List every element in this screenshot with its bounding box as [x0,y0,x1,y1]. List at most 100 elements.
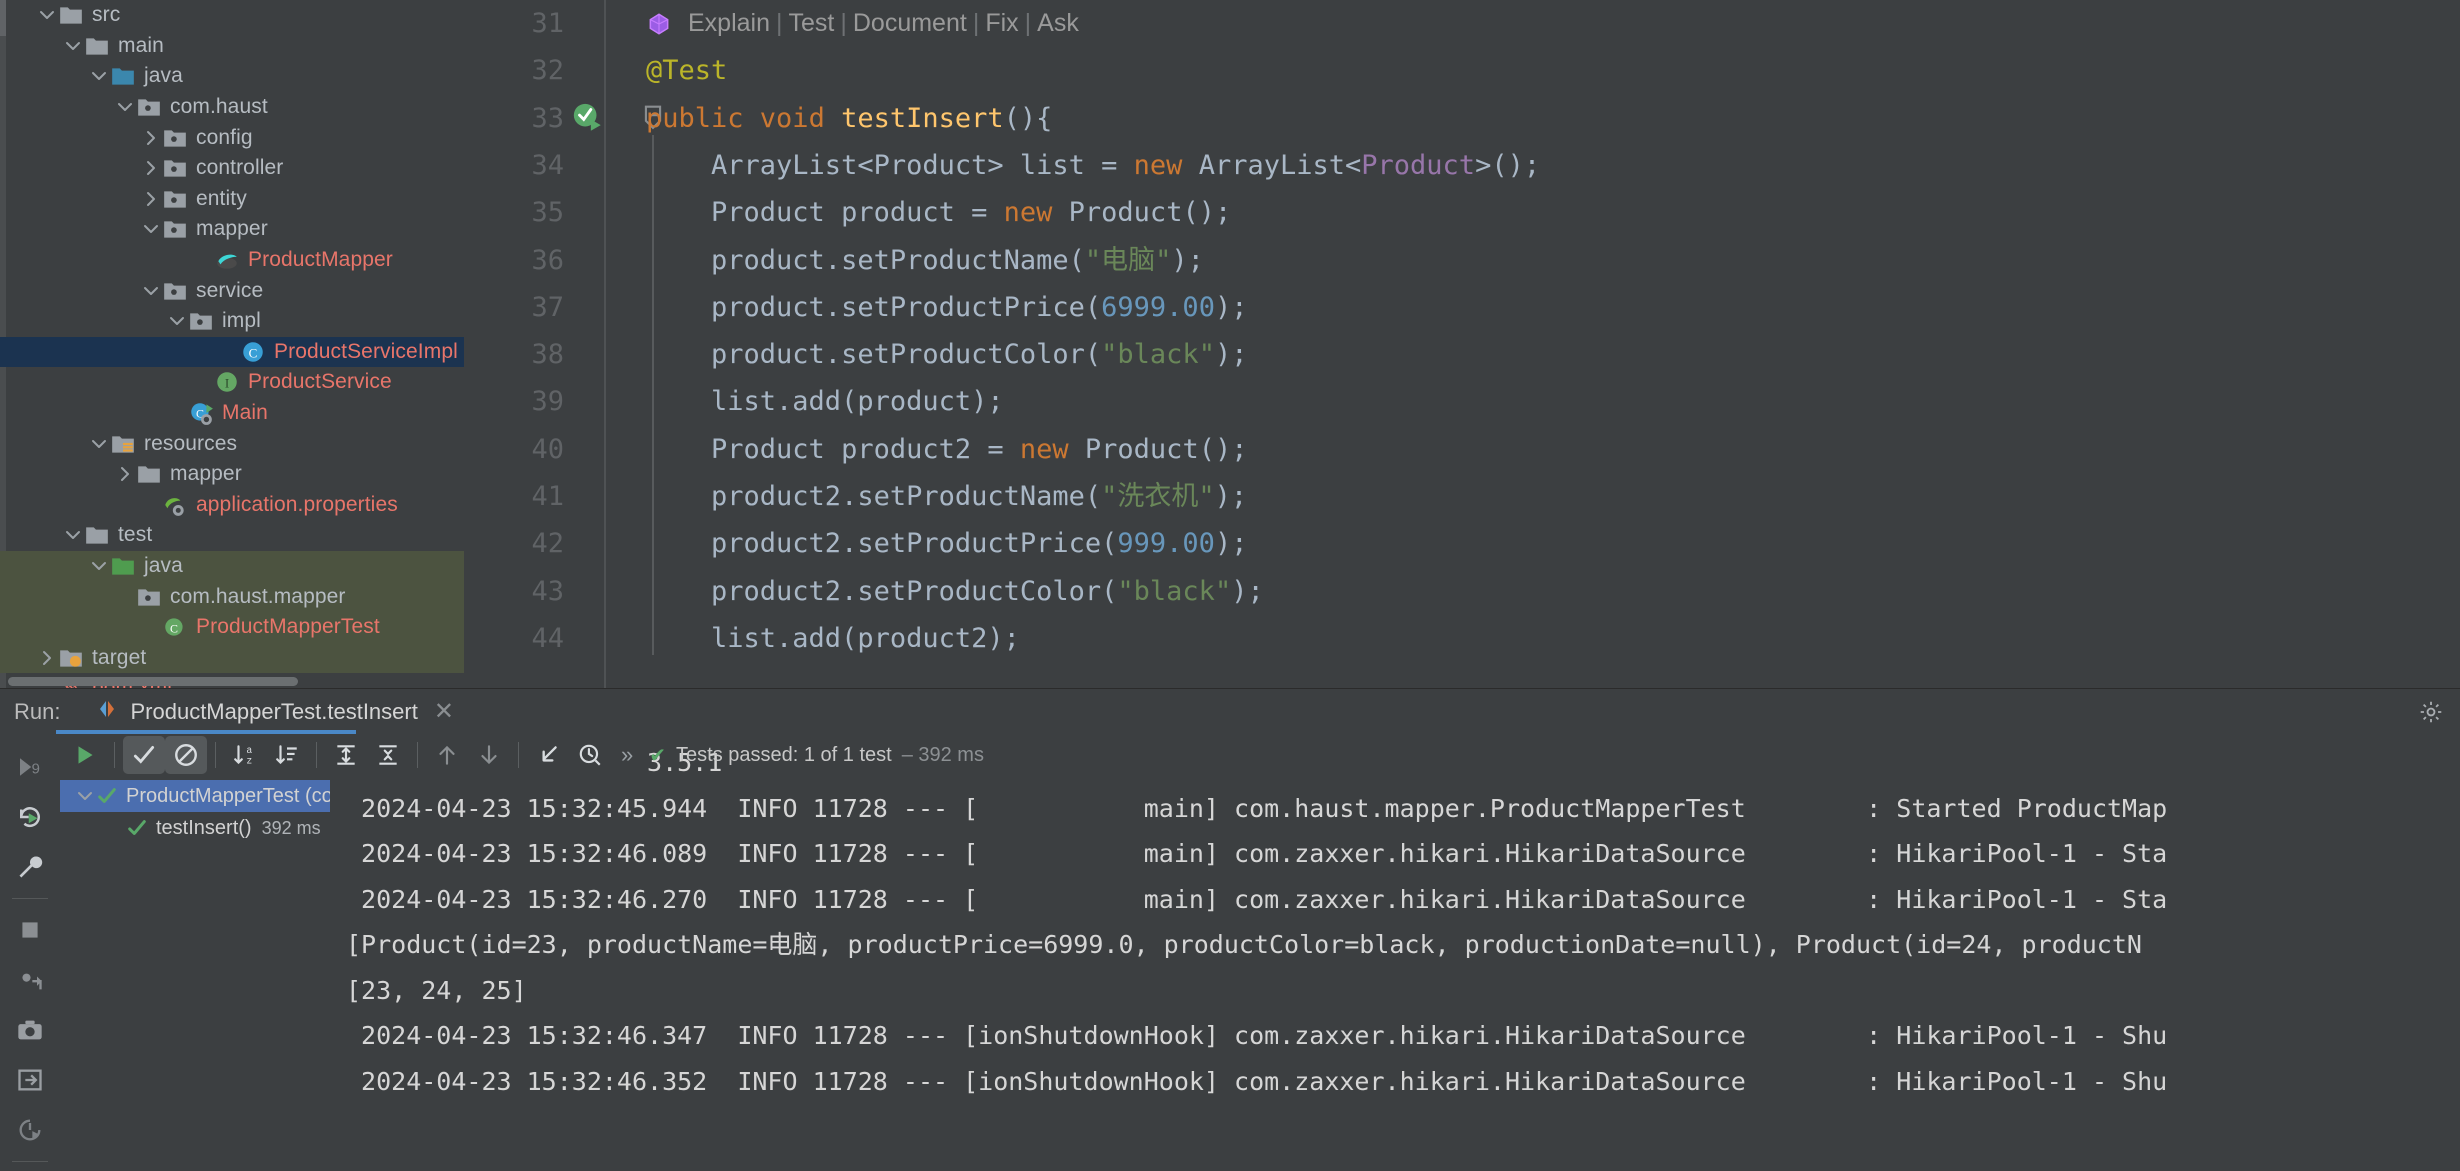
console-line: 2024-04-23 15:32:46.270 INFO 11728 --- [… [346,884,2168,914]
chevron-down-icon[interactable] [88,65,110,87]
tree-item-mapper[interactable]: mapper [0,459,464,490]
chevron-down-icon[interactable] [114,96,136,118]
code-line[interactable]: product2.setProductColor("black"); [606,568,1264,615]
tree-item-entity[interactable]: entity [0,184,464,215]
tree-item-impl[interactable]: impl [0,306,464,337]
skip-to-end-icon[interactable]: 9 [5,742,55,792]
test-toolbar[interactable]: a z » ✔ Tests passed: 1 of 1 test – 392 ms [60,734,1660,776]
chevron-down-icon[interactable] [88,433,110,455]
code-line[interactable]: Product product2 = new Product(); [606,426,1247,473]
chevron-down-icon[interactable] [36,4,58,26]
tree-item-productmappertest[interactable]: C ProductMapperTest [0,611,464,643]
tree-item-test[interactable]: test [0,520,464,551]
chevron-down-icon[interactable] [62,524,84,546]
ai-hint-document[interactable]: Document [847,9,973,38]
run-panel-body: 9 a z » ✔ Tests passed: 1 of 1 test – 39… [0,734,2460,1171]
console-output[interactable]: 3.5.1 2024-04-23 15:32:45.944 INFO 11728… [330,734,2460,1171]
code-line[interactable]: product.setProductColor("black"); [606,331,1247,378]
run-test-gutter-icon[interactable] [571,101,605,135]
sort-by-duration-button[interactable] [266,736,308,774]
tree-item-resources[interactable]: resources [0,428,464,459]
collapse-all-button[interactable] [367,736,409,774]
chevron-down-icon[interactable] [166,310,188,332]
chevron-down-icon[interactable] [140,218,162,240]
code-line[interactable]: product2.setProductName("洗衣机"); [606,473,1247,520]
code-line[interactable]: @Test [606,47,727,94]
test-result-rows[interactable]: ProductMapperTest (com.haust.mapper)392 … [60,780,553,844]
code-line[interactable]: product.setProductName("电脑"); [606,237,1204,284]
thread-dump-icon[interactable] [5,955,55,1005]
ai-assistant-diamond-icon[interactable] [646,11,672,37]
chevron-down-icon[interactable] [74,785,96,807]
show-passed-toggle[interactable] [123,736,165,774]
code-line[interactable]: public void testInsert(){ [606,95,1052,142]
code-line[interactable]: product2.setProductPrice(999.00); [606,520,1247,567]
chevron-right-icon[interactable] [114,463,136,485]
code-line[interactable]: product.setProductPrice(6999.00); [606,284,1247,331]
tree-item-label: com.haust.mapper [170,584,346,608]
settings-gear-icon[interactable] [2418,699,2444,730]
close-icon[interactable]: ✕ [434,697,454,726]
ai-assistant-inlay-hints[interactable]: Explain | Test | Document | Fix | Ask [606,0,1085,47]
ai-hint-test[interactable]: Test [783,9,841,38]
rerun-failed-icon[interactable] [5,792,55,842]
expand-all-button[interactable] [325,736,367,774]
chevron-right-icon[interactable] [36,647,58,669]
tree-item-src[interactable]: src [0,0,464,31]
tree-item-controller[interactable]: controller [0,153,464,184]
tree-item-com-haust-mapper[interactable]: com.haust.mapper [0,581,464,612]
code-line[interactable]: Product product = new Product(); [606,189,1231,236]
show-ignored-toggle[interactable] [165,736,207,774]
code-line[interactable]: ArrayList<Product> list = new ArrayList<… [606,142,1540,189]
code-line[interactable]: list.add(product); [606,378,1004,425]
stop-square-icon[interactable] [5,905,55,955]
tree-item-java[interactable]: java [0,550,464,582]
chevron-right-icon[interactable] [140,127,162,149]
ai-hint-fix[interactable]: Fix [979,9,1024,38]
project-tree-list[interactable]: src main java com.haust config controller enti… [0,0,464,688]
code-line[interactable]: list.add(product2); [606,615,1020,662]
ai-hint-explain[interactable]: Explain [682,9,776,38]
tree-item-main[interactable]: main [0,31,464,62]
tree-item-productservice[interactable]: I ProductService [0,367,464,398]
run-panel-header: Run: ProductMapperTest.testInsert ✕ [0,688,2460,734]
run-tab[interactable]: ProductMapperTest.testInsert ✕ [86,689,463,735]
code-editor[interactable]: 31 32 33 34 35 36 37 38 39 40 41 42 43 44 Explain | Tes… [464,0,2460,688]
previous-failed-button[interactable] [426,736,468,774]
wrench-settings-icon[interactable] [5,842,55,892]
tree-item-productserviceimpl[interactable]: C ProductServiceImpl [0,336,464,368]
chevron-double-right-icon[interactable]: » [611,742,643,768]
code-content[interactable]: Explain | Test | Document | Fix | Ask @Test public… [606,0,2460,688]
sort-alphabetically-button[interactable]: az [224,736,266,774]
chevron-down-icon[interactable] [88,555,110,577]
tree-item-com-haust[interactable]: com.haust [0,92,464,123]
tree-item-config[interactable]: config [0,122,464,153]
next-failed-button[interactable] [468,736,510,774]
import-tests-button[interactable] [527,736,569,774]
run-side-toolbar[interactable]: 9 [0,734,60,1171]
chevron-down-icon[interactable] [140,280,162,302]
chevron-right-icon[interactable] [140,188,162,210]
tree-item-target[interactable]: target [0,642,464,674]
profiler-icon[interactable] [5,1105,55,1155]
editor-gutter[interactable]: 31 32 33 34 35 36 37 38 39 40 41 42 43 44 [464,0,662,688]
folder-target-orange [58,645,84,671]
tree-item-service[interactable]: service [0,275,464,306]
test-results-tree[interactable]: a z » ✔ Tests passed: 1 of 1 test – 392 ms Pr… [60,734,984,1171]
rerun-button[interactable] [64,736,106,774]
chevron-down-icon[interactable] [62,35,84,57]
tree-item-mapper[interactable]: mapper [0,214,464,245]
tree-item-label: Main [222,401,268,425]
export-icon[interactable] [5,1055,55,1105]
tree-item-application-properties[interactable]: application.properties [0,490,464,521]
test-history-button[interactable] [569,736,611,774]
chevron-right-icon[interactable] [140,157,162,179]
tree-item-java[interactable]: java [0,61,464,92]
tree-horizontal-scrollbar[interactable] [8,677,298,686]
test-result-row[interactable]: testInsert() 392 ms [60,812,330,844]
project-tree-panel[interactable]: src main java com.haust config controller enti… [0,0,464,688]
tree-item-main[interactable]: C Main [0,398,464,429]
screenshot-camera-icon[interactable] [5,1005,55,1055]
tree-item-productmapper[interactable]: ProductMapper [0,245,464,276]
ai-hint-ask[interactable]: Ask [1031,9,1085,38]
